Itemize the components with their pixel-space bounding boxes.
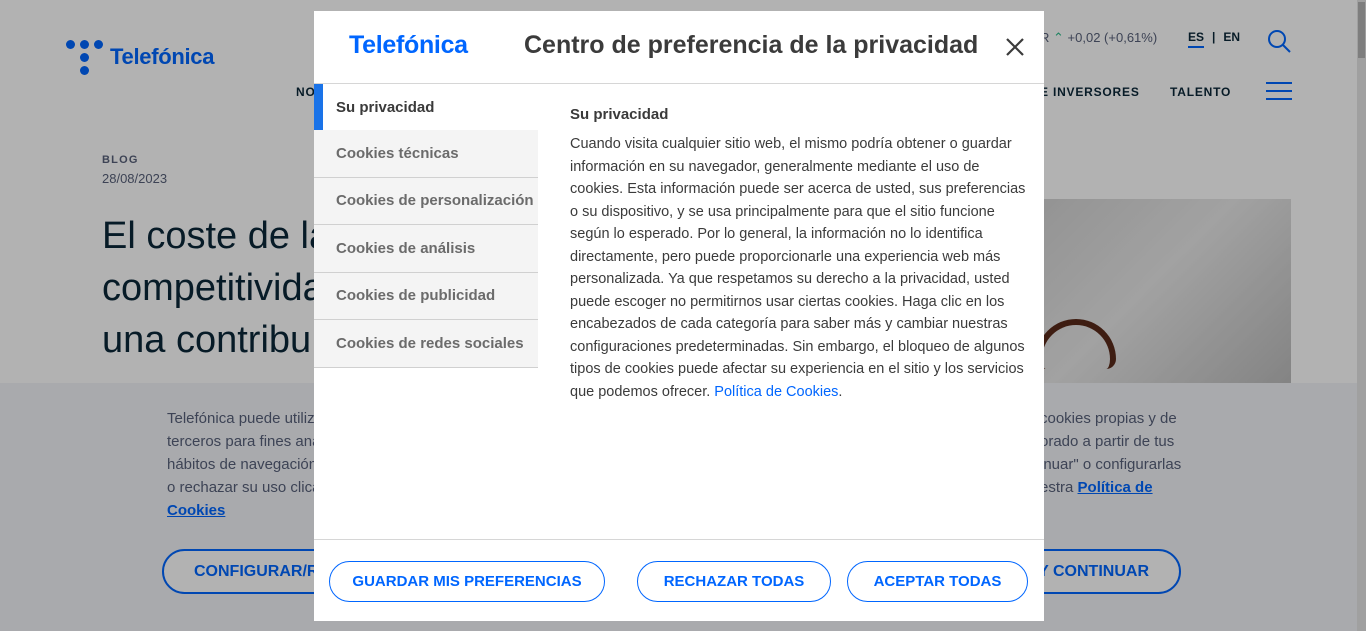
accept-all-button[interactable]: ACEPTAR TODAS bbox=[847, 561, 1028, 602]
close-icon[interactable] bbox=[1004, 36, 1026, 58]
cookie-policy-link[interactable]: Política de Cookies bbox=[714, 384, 838, 400]
modal-logo: Telefónica bbox=[349, 31, 468, 59]
modal-footer: GUARDAR MIS PREFERENCIAS RECHAZAR TODAS … bbox=[314, 539, 1044, 621]
panel-text: Cuando visita cualquier sitio web, el mi… bbox=[570, 136, 1026, 400]
panel-description: Cuando visita cualquier sitio web, el mi… bbox=[570, 133, 1030, 403]
save-preferences-button[interactable]: GUARDAR MIS PREFERENCIAS bbox=[329, 561, 605, 602]
tab-content-panel: Su privacidad Cuando visita cualquier si… bbox=[570, 106, 1030, 403]
tab-cookies-analisis[interactable]: Cookies de análisis bbox=[314, 225, 538, 273]
modal-header: Telefónica Centro de preferencia de la p… bbox=[314, 11, 1044, 84]
tab-cookies-personalizacion[interactable]: Cookies de personalización bbox=[314, 177, 538, 225]
panel-text-period: . bbox=[838, 383, 843, 400]
category-tabs: Su privacidad Cookies técnicas Cookies d… bbox=[314, 84, 538, 368]
reject-all-button[interactable]: RECHAZAR TODAS bbox=[637, 561, 831, 602]
tab-cookies-publicidad[interactable]: Cookies de publicidad bbox=[314, 272, 538, 320]
tab-cookies-redes-sociales[interactable]: Cookies de redes sociales bbox=[314, 320, 538, 368]
tab-su-privacidad[interactable]: Su privacidad bbox=[314, 84, 538, 130]
privacy-preference-modal: Telefónica Centro de preferencia de la p… bbox=[314, 11, 1044, 621]
modal-title: Centro de preferencia de la privacidad bbox=[524, 31, 979, 59]
panel-title: Su privacidad bbox=[570, 106, 669, 123]
tab-cookies-tecnicas[interactable]: Cookies técnicas bbox=[314, 130, 538, 178]
